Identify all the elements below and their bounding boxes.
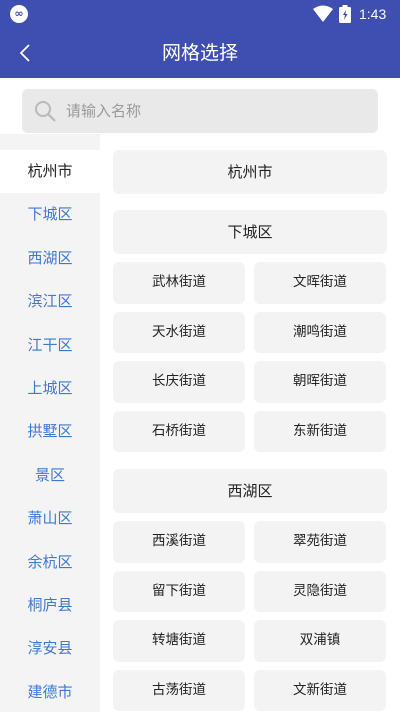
sidebar-item-shangcheng[interactable]: 上城区: [0, 367, 100, 410]
street-tile[interactable]: 灵隐街道: [254, 570, 386, 612]
sidebar-item-jianggan[interactable]: 江干区: [0, 324, 100, 367]
sidebar-item-jingqu[interactable]: 景区: [0, 454, 100, 497]
street-tile[interactable]: 东新街道: [254, 410, 386, 452]
sidebar-item-yuhang[interactable]: 余杭区: [0, 541, 100, 584]
top-bar: ∞ 1:43 网格选择: [0, 0, 400, 78]
search-box[interactable]: [22, 89, 378, 133]
sidebar-item-xiacheng[interactable]: 下城区: [0, 193, 100, 236]
search-bar: [0, 78, 400, 134]
street-tile[interactable]: 转塘街道: [113, 620, 245, 662]
sidebar-item-hangzhou[interactable]: 杭州市: [0, 150, 100, 194]
sidebar-item-jiande[interactable]: 建德市: [0, 671, 100, 712]
search-icon: [32, 98, 58, 124]
sidebar-item-chunan[interactable]: 淳安县: [0, 627, 100, 670]
street-tile[interactable]: 长庆街道: [113, 361, 245, 403]
app-notification-icon: ∞: [10, 5, 28, 23]
street-tile[interactable]: 留下街道: [113, 570, 245, 612]
street-tile[interactable]: 西溪街道: [113, 521, 245, 563]
grid-content: 杭州市 下城区 武林街道 文晖街道 天水街道 潮鸣街道 长庆街道 朝晖街道 石桥…: [100, 134, 400, 712]
street-tile[interactable]: 双浦镇: [254, 620, 386, 662]
street-tile[interactable]: 翠苑街道: [254, 521, 386, 563]
nav-bar: 网格选择: [0, 28, 400, 78]
page-title: 网格选择: [161, 42, 238, 64]
status-bar: ∞ 1:43: [0, 0, 400, 28]
street-tile[interactable]: 文新街道: [254, 669, 386, 711]
district-header[interactable]: 下城区: [113, 210, 387, 254]
wifi-icon: [313, 5, 333, 22]
sidebar-item-xihu[interactable]: 西湖区: [0, 237, 100, 280]
street-tile[interactable]: 天水街道: [113, 311, 245, 353]
street-tile[interactable]: 古荡街道: [113, 669, 245, 711]
sidebar-item-gongshu[interactable]: 拱墅区: [0, 410, 100, 453]
street-tile[interactable]: 潮鸣街道: [254, 311, 386, 353]
street-tile[interactable]: 文晖街道: [254, 262, 386, 304]
city-section: 杭州市: [100, 150, 400, 194]
street-tile[interactable]: 朝晖街道: [254, 361, 386, 403]
sidebar-item-binjiang[interactable]: 滨江区: [0, 280, 100, 323]
street-tile[interactable]: 武林街道: [113, 262, 245, 304]
district-section: 下城区 武林街道 文晖街道 天水街道 潮鸣街道 长庆街道 朝晖街道 石桥街道 东…: [100, 210, 400, 452]
sidebar-item-xiaoshan[interactable]: 萧山区: [0, 497, 100, 540]
battery-icon: [339, 5, 351, 23]
street-grid: 武林街道 文晖街道 天水街道 潮鸣街道 长庆街道 朝晖街道 石桥街道 东新街道: [113, 262, 387, 452]
district-header[interactable]: 西湖区: [113, 469, 387, 513]
district-section: 西湖区 西溪街道 翠苑街道 留下街道 灵隐街道 转塘街道 双浦镇 古荡街道 文新…: [100, 469, 400, 711]
district-sidebar: 杭州市 下城区 西湖区 滨江区 江干区 上城区 拱墅区 景区 萧山区 余杭区 桐…: [0, 134, 100, 712]
search-input[interactable]: [66, 102, 346, 120]
city-tile[interactable]: 杭州市: [113, 150, 387, 194]
street-grid: 西溪街道 翠苑街道 留下街道 灵隐街道 转塘街道 双浦镇 古荡街道 文新街道: [113, 521, 387, 711]
status-clock: 1:43: [359, 6, 387, 22]
street-tile[interactable]: 石桥街道: [113, 410, 245, 452]
sidebar-item-tonglu[interactable]: 桐庐县: [0, 584, 100, 627]
